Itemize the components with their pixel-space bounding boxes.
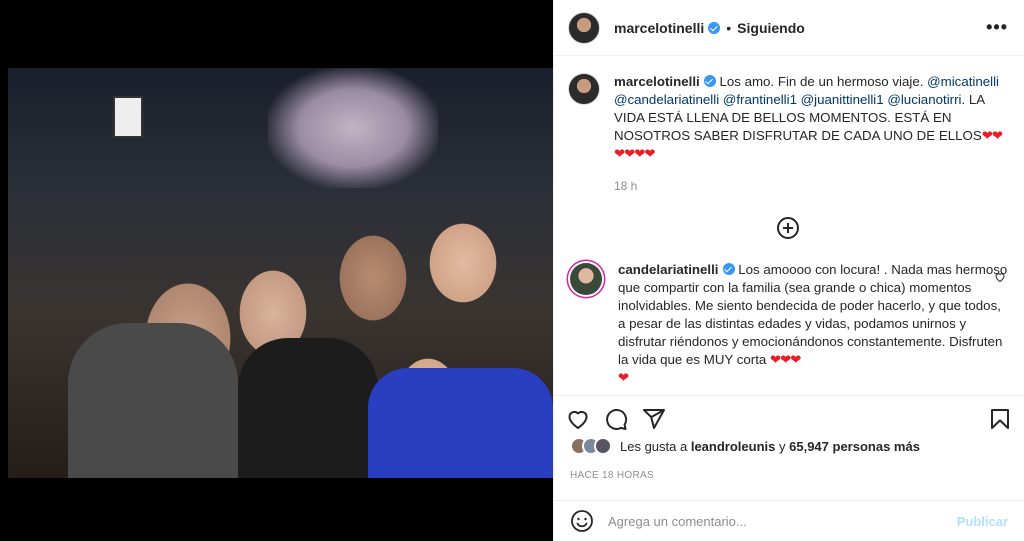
caption-author-avatar[interactable]	[568, 73, 600, 105]
liker-avatar[interactable]	[594, 437, 612, 455]
caption-text-start: Los amo. Fin de un hermoso viaje.	[719, 74, 924, 89]
post-timestamp[interactable]: HACE 18 HORAS	[570, 470, 654, 481]
commenter-avatar[interactable]	[570, 263, 602, 295]
post-side-panel: marcelotinelli • Siguiendo ••• marceloti…	[553, 0, 1024, 541]
comments-area: marcelotinelli Los amo. Fin de un hermos…	[554, 57, 1024, 387]
emoji-icon[interactable]	[570, 509, 594, 533]
likes-summary: Les gusta a leandroleunis y 65,947 perso…	[570, 437, 1008, 455]
media-panel	[0, 0, 553, 541]
caption-time: 18 h	[614, 179, 638, 193]
photo-light-glow	[268, 68, 438, 188]
post-header: marcelotinelli • Siguiendo •••	[554, 0, 1024, 56]
verified-badge-icon	[708, 21, 721, 34]
more-options-icon[interactable]: •••	[986, 17, 1008, 38]
caption-username[interactable]: marcelotinelli	[614, 74, 700, 89]
action-bar	[554, 395, 1024, 435]
following-button[interactable]: Siguiendo	[737, 20, 805, 36]
verified-badge-icon	[722, 263, 735, 275]
comment-composer: Publicar	[554, 500, 1024, 541]
mention-link[interactable]: @candelariatinelli	[614, 92, 719, 107]
post-photo[interactable]	[8, 68, 553, 478]
verified-badge-icon	[703, 75, 716, 87]
caption: marcelotinelli Los amo. Fin de un hermos…	[568, 73, 1008, 163]
photo-person-blue-jacket	[368, 368, 553, 478]
mention-link[interactable]: @lucianotirri	[887, 92, 961, 107]
comment-text: candelariatinelli Los amoooo con locura!…	[618, 261, 1008, 387]
mention-link[interactable]: @micatinelli	[927, 74, 999, 89]
author-username[interactable]: marcelotinelli	[614, 20, 704, 36]
comment-input[interactable]	[608, 513, 957, 529]
bookmark-icon[interactable]	[988, 407, 1012, 431]
mention-link[interactable]: @juanittinelli1	[801, 92, 884, 107]
likes-count-link[interactable]: 65,947 personas más	[789, 439, 920, 454]
comment-bubble-icon[interactable]	[604, 407, 628, 431]
heart-emojis: ❤❤❤	[770, 352, 801, 367]
photo-street-sign	[113, 96, 143, 138]
caption-text: marcelotinelli Los amo. Fin de un hermos…	[614, 73, 1004, 163]
instagram-post-modal: marcelotinelli • Siguiendo ••• marceloti…	[0, 0, 1024, 541]
publish-button[interactable]: Publicar	[957, 514, 1008, 529]
share-send-icon[interactable]	[642, 407, 666, 431]
commenter-username[interactable]: candelariatinelli	[618, 262, 719, 277]
photo-person-scarf	[68, 323, 238, 478]
likes-conj: y	[779, 438, 786, 454]
like-heart-icon[interactable]	[566, 407, 590, 431]
separator-dot: •	[726, 19, 732, 36]
author-avatar[interactable]	[568, 11, 600, 44]
likes-prefix: Les gusta a	[620, 438, 688, 454]
mention-link[interactable]: @frantinelli1	[723, 92, 797, 107]
comment-like-heart-icon[interactable]	[994, 271, 1006, 283]
load-more-comments-icon[interactable]	[777, 217, 799, 239]
likes-user-link[interactable]: leandroleunis	[691, 439, 776, 454]
liker-avatars	[570, 437, 612, 455]
comment-item: candelariatinelli Los amoooo con locura!…	[568, 261, 1008, 387]
heart-emojis: ❤	[618, 370, 629, 385]
photo-person-dark	[238, 338, 378, 478]
comment-body: Los amoooo con locura! . Nada mas hermos…	[618, 262, 1008, 367]
